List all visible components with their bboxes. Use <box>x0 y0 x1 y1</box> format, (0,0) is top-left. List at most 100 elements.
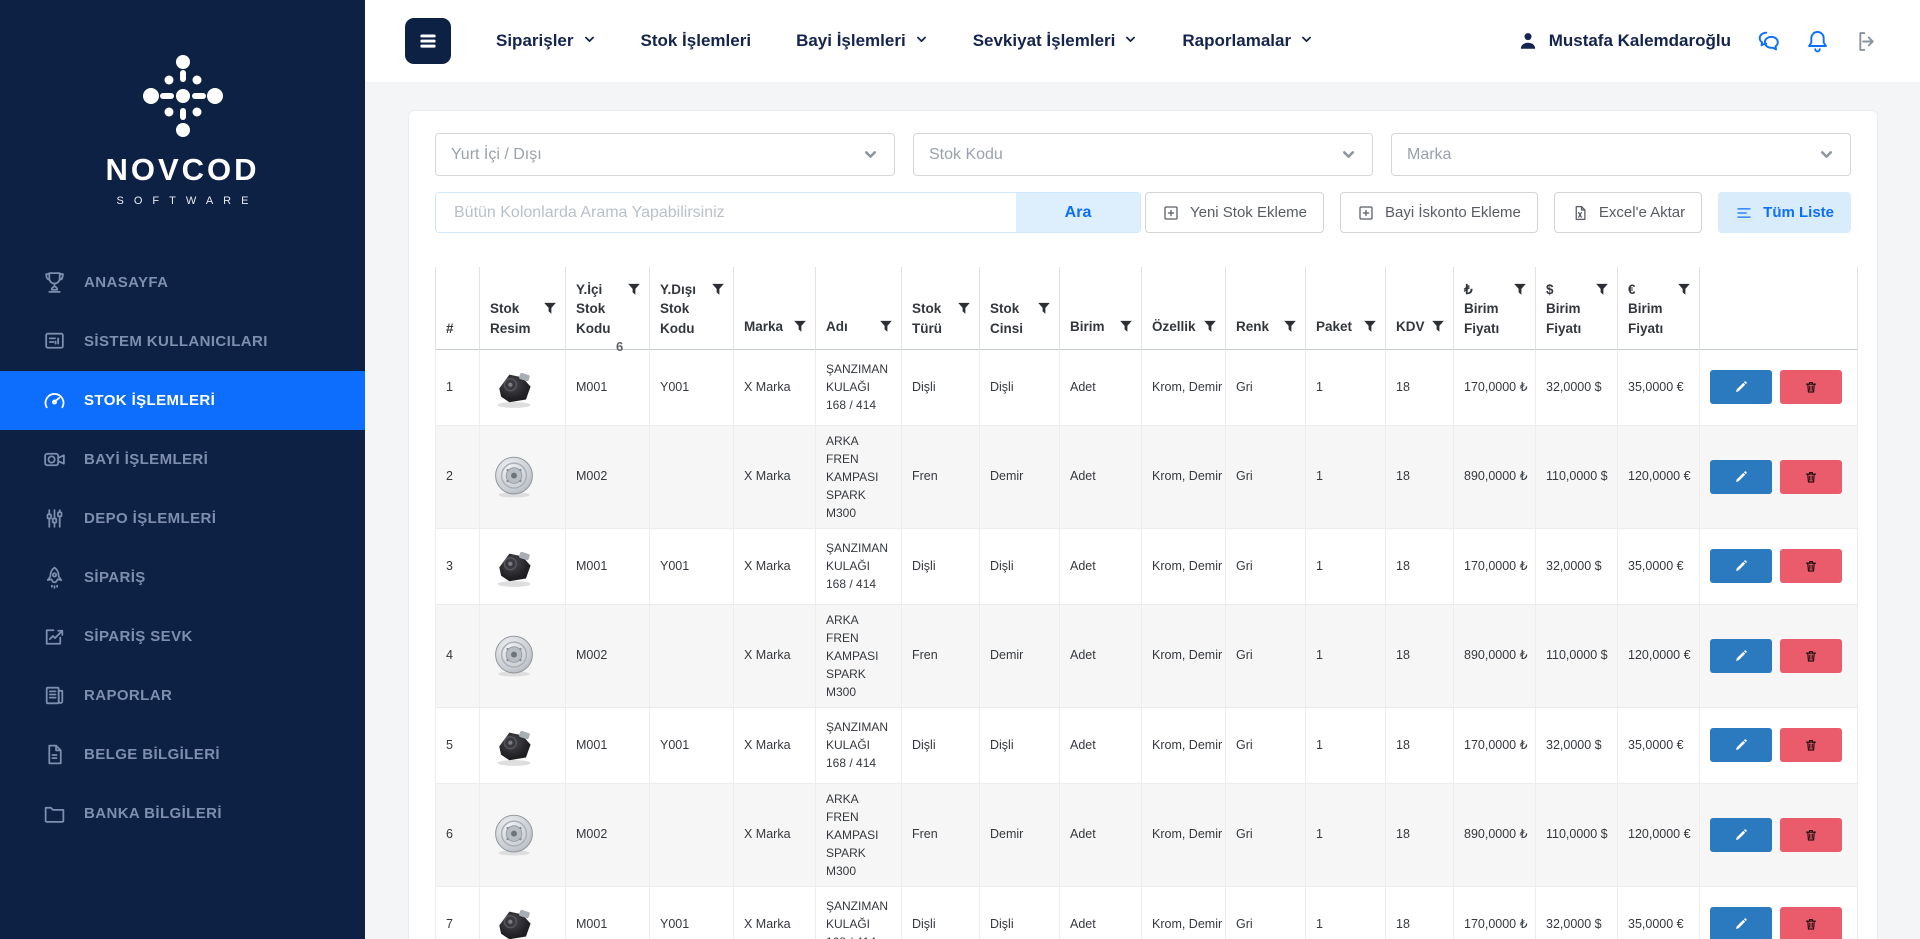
edit-row-button[interactable] <box>1710 460 1772 494</box>
filter-funnel-icon[interactable] <box>1363 317 1377 339</box>
cell-eur: 35,0000 € <box>1618 707 1700 783</box>
cell-num: 5 <box>436 707 480 783</box>
cell-birim: Adet <box>1060 528 1142 604</box>
cell-image <box>480 425 566 528</box>
cell-birim: Adet <box>1060 425 1142 528</box>
sidebar-item-sistem-kullanicilari[interactable]: SİSTEM KULLANICILARI <box>0 312 365 371</box>
filter-funnel-icon[interactable] <box>957 299 971 321</box>
cell-num: 7 <box>436 886 480 939</box>
filter-funnel-icon[interactable] <box>1119 317 1133 339</box>
bell-icon[interactable] <box>1804 28 1831 55</box>
delete-row-button[interactable] <box>1780 907 1842 939</box>
edit-row-button[interactable] <box>1710 818 1772 852</box>
menu-toggle-button[interactable] <box>405 18 451 64</box>
table-row: 1 M001Y001X MarkaŞANZIMAN KULAĞI 168 / 4… <box>436 349 1858 425</box>
drum-product-image <box>490 454 538 500</box>
logout-icon[interactable] <box>1853 28 1880 55</box>
cell-marka: X Marka <box>734 425 816 528</box>
search-button[interactable]: Ara <box>1016 193 1140 232</box>
cell-tl: 890,0000 ₺ <box>1454 783 1536 886</box>
nav-item-siparisler[interactable]: Siparişler <box>496 31 596 51</box>
header-note: 6 <box>616 338 623 357</box>
excel-icon <box>1571 204 1589 222</box>
edit-row-button[interactable] <box>1710 370 1772 404</box>
edit-row-button[interactable] <box>1710 549 1772 583</box>
delete-row-button[interactable] <box>1780 728 1842 762</box>
yeni-stok-ekleme-button[interactable]: Yeni Stok Ekleme <box>1145 192 1324 233</box>
edit-row-button[interactable] <box>1710 728 1772 762</box>
page-content: Yurt İçi / Dışı Stok Kodu Marka Ara Yeni <box>365 82 1920 939</box>
nav-item-label: Raporlamalar <box>1182 31 1291 51</box>
cell-stok_cinsi: Dişli <box>980 707 1060 783</box>
delete-row-button[interactable] <box>1780 549 1842 583</box>
cell-adi: ŞANZIMAN KULAĞI 168 / 414 <box>816 707 902 783</box>
filter-select-yurt-ici-disi[interactable]: Yurt İçi / Dışı <box>435 133 895 176</box>
cell-adi: ARKA FREN KAMPASI SPARK M300 <box>816 783 902 886</box>
filter-funnel-icon[interactable] <box>1037 299 1051 321</box>
row-actions <box>1710 370 1849 404</box>
cell-paket: 1 <box>1306 707 1386 783</box>
user-menu[interactable]: Mustafa Kalemdaroğlu <box>1517 30 1731 52</box>
nav-item-stok-islemleri[interactable]: Stok İşlemleri <box>641 31 752 51</box>
cell-stok_turu: Dişli <box>902 349 980 425</box>
tum-liste-button[interactable]: Tüm Liste <box>1718 192 1851 233</box>
search-row: Ara Yeni Stok Ekleme Bayi İskonto Ekleme E… <box>435 192 1851 233</box>
excele-aktar-button[interactable]: Excel'e Aktar <box>1554 192 1702 233</box>
sidebar-item-depo-islemleri[interactable]: DEPO İŞLEMLERİ <box>0 489 365 548</box>
sidebar-item-banka-bilgileri[interactable]: BANKA BİLGİLERİ <box>0 784 365 843</box>
stock-list-card: Yurt İçi / Dışı Stok Kodu Marka Ara Yeni <box>408 110 1878 939</box>
delete-row-button[interactable] <box>1780 460 1842 494</box>
chats-icon[interactable] <box>1755 28 1782 55</box>
filter-funnel-icon[interactable] <box>711 280 725 302</box>
sidebar-item-anasayfa[interactable]: ANASAYFA <box>0 253 365 312</box>
col-header-label: Stok Türü <box>912 299 942 338</box>
pencil-icon <box>1734 470 1748 484</box>
filter-funnel-icon[interactable] <box>1203 317 1217 339</box>
filter-funnel-icon[interactable] <box>543 299 557 321</box>
cell-image <box>480 886 566 939</box>
cell-tl: 170,0000 ₺ <box>1454 349 1536 425</box>
filter-funnel-icon[interactable] <box>1431 317 1445 339</box>
delete-row-button[interactable] <box>1780 818 1842 852</box>
delete-row-button[interactable] <box>1780 370 1842 404</box>
col-header-label: Adı <box>826 317 848 337</box>
filter-funnel-icon[interactable] <box>1677 280 1691 302</box>
filter-select-stok-kodu[interactable]: Stok Kodu <box>913 133 1373 176</box>
mount-product-image <box>490 722 538 768</box>
cell-ozellik: Krom, Demir <box>1142 425 1226 528</box>
sidebar-item-label: SİSTEM KULLANICILARI <box>84 333 268 350</box>
chevron-down-icon <box>583 31 596 51</box>
sidebar-item-raporlar[interactable]: RAPORLAR <box>0 666 365 725</box>
col-header-adi: Adı <box>816 267 902 349</box>
filter-select-marka[interactable]: Marka <box>1391 133 1851 176</box>
nav-item-sevkiyat-islemleri[interactable]: Sevkiyat İşlemleri <box>973 31 1138 51</box>
col-header-y_ici: Y.İçi Stok Kodu6 <box>566 267 650 349</box>
filter-funnel-icon[interactable] <box>879 317 893 339</box>
nav-item-raporlamalar[interactable]: Raporlamalar <box>1182 31 1313 51</box>
filter-funnel-icon[interactable] <box>793 317 807 339</box>
sidebar-item-siparis[interactable]: SİPARİŞ <box>0 548 365 607</box>
sidebar-item-bayi-islemleri[interactable]: BAYİ İŞLEMLERİ <box>0 430 365 489</box>
delete-row-button[interactable] <box>1780 639 1842 673</box>
sidebar-item-belge-bilgileri[interactable]: BELGE BİLGİLERİ <box>0 725 365 784</box>
table-row: 3 M001Y001X MarkaŞANZIMAN KULAĞI 168 / 4… <box>436 528 1858 604</box>
user-icon <box>1517 30 1539 52</box>
cell-y_ici: M001 <box>566 349 650 425</box>
search-input[interactable] <box>436 193 1016 232</box>
pencil-icon <box>1734 828 1748 842</box>
mount-product-image <box>490 364 538 410</box>
cell-adi: ŞANZIMAN KULAĞI 168 / 414 <box>816 349 902 425</box>
filter-funnel-icon[interactable] <box>1595 280 1609 302</box>
bayi-iskonto-ekleme-button[interactable]: Bayi İskonto Ekleme <box>1340 192 1538 233</box>
nav-item-bayi-islemleri[interactable]: Bayi İşlemleri <box>796 31 928 51</box>
filter-funnel-icon[interactable] <box>1513 280 1527 302</box>
sidebar-item-siparis-sevk[interactable]: SİPARİŞ SEVK <box>0 607 365 666</box>
edit-row-button[interactable] <box>1710 639 1772 673</box>
filter-funnel-icon[interactable] <box>627 280 641 302</box>
cell-marka: X Marka <box>734 349 816 425</box>
filter-funnel-icon[interactable] <box>1283 317 1297 339</box>
sidebar-menu: ANASAYFA SİSTEM KULLANICILARI STOK İŞLEMLE… <box>0 253 365 843</box>
edit-row-button[interactable] <box>1710 907 1772 939</box>
trash-icon <box>1804 828 1818 842</box>
sidebar-item-stok-islemleri[interactable]: STOK İŞLEMLERİ <box>0 371 365 430</box>
